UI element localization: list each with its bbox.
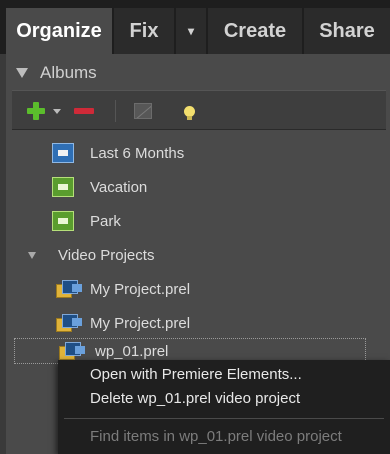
tab-create[interactable]: Create [208, 8, 302, 54]
albums-toolbar [12, 90, 386, 130]
album-icon [52, 177, 74, 197]
album-label: Last 6 Months [90, 144, 185, 162]
list-item-park[interactable]: Park [6, 204, 390, 238]
lightbulb-icon [183, 105, 195, 120]
menu-divider [64, 418, 384, 419]
project-front [65, 342, 85, 356]
video-project-icon [56, 314, 82, 332]
chevron-down-icon [53, 108, 61, 114]
toolbar-divider [114, 91, 116, 131]
menu-item-find-items: Find items in wp_01.prel video project [90, 428, 342, 445]
add-album-button[interactable] [24, 91, 48, 131]
project-front [62, 314, 82, 328]
video-project-icon [59, 342, 85, 360]
menu-item-delete-project[interactable]: Delete wp_01.prel video project [90, 390, 300, 407]
tab-organize[interactable]: Organize [6, 8, 112, 54]
album-slot [58, 218, 68, 224]
project-frame [72, 284, 82, 292]
tab-share[interactable]: Share [304, 8, 390, 54]
minus-icon [74, 108, 94, 114]
edit-album-button[interactable] [130, 91, 156, 131]
project-frame [75, 346, 85, 354]
list-item-last-6-months[interactable]: Last 6 Months [6, 136, 390, 170]
tab-fix[interactable]: Fix [114, 8, 174, 54]
folder-label: Video Projects [58, 246, 155, 264]
divider-line [114, 100, 116, 122]
tip-button[interactable] [176, 91, 202, 131]
albums-title: Albums [40, 63, 97, 82]
album-label: Park [90, 212, 121, 230]
plus-icon-vertical [33, 102, 39, 120]
project-label: My Project.prel [90, 280, 191, 298]
albums-header[interactable]: Albums [6, 60, 390, 86]
album-label: Vacation [90, 178, 148, 196]
folder-video-projects[interactable]: Video Projects [6, 238, 390, 272]
project-frame [72, 318, 82, 326]
album-slot [58, 150, 68, 156]
fix-dropdown-button[interactable]: ▾ [176, 8, 206, 54]
project-label: My Project.prel [90, 314, 191, 332]
lightbulb-base [186, 115, 192, 120]
remove-album-button[interactable] [72, 91, 96, 131]
project-label: wp_01.prel [95, 343, 169, 360]
workspace-tabbar: Organize Fix ▾ Create Share [0, 0, 390, 54]
album-slot [58, 184, 68, 190]
collapse-triangle-icon[interactable] [16, 68, 28, 78]
menu-item-open-with-premiere[interactable]: Open with Premiere Elements... [90, 366, 302, 383]
list-item-video-project-1[interactable]: My Project.prel [6, 272, 390, 306]
expand-triangle-icon[interactable] [28, 251, 36, 259]
list-item-video-project-2[interactable]: My Project.prel [6, 306, 390, 340]
edit-album-icon [134, 103, 152, 119]
project-front [62, 280, 82, 294]
video-project-icon [56, 280, 82, 298]
context-menu: Open with Premiere Elements... Delete wp… [58, 360, 390, 454]
album-icon [52, 211, 74, 231]
list-item-vacation[interactable]: Vacation [6, 170, 390, 204]
smart-album-icon [52, 143, 74, 163]
add-album-dropdown[interactable] [50, 91, 64, 131]
